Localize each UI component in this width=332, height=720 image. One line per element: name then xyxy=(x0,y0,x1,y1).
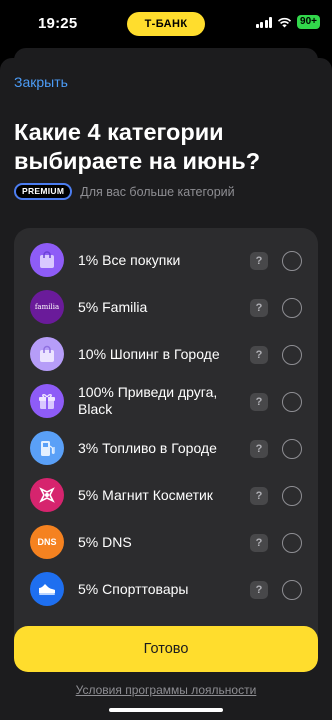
category-label: 10% Шопинг в Городе xyxy=(78,346,220,362)
ready-button[interactable]: Готово xyxy=(14,626,318,672)
wifi-icon xyxy=(277,17,292,27)
category-radio[interactable] xyxy=(282,298,302,318)
category-radio[interactable] xyxy=(282,486,302,506)
category-label: 1% Все покупки xyxy=(78,252,181,268)
info-icon[interactable]: ? xyxy=(250,440,268,458)
category-radio[interactable] xyxy=(282,251,302,271)
category-radio[interactable] xyxy=(282,580,302,600)
gift-icon xyxy=(30,384,64,418)
list-item[interactable]: DNS 5% DNS ? xyxy=(14,519,318,566)
home-indicator[interactable] xyxy=(109,708,223,712)
bank-badge: Т-БАНК xyxy=(127,12,205,36)
list-item[interactable]: 5% Магнит Косметик ? xyxy=(14,472,318,519)
list-item[interactable]: 5% Спорттовары ? xyxy=(14,566,318,613)
shopping-bag-icon xyxy=(30,243,64,277)
list-item[interactable]: 3% Топливо в Городе ? xyxy=(14,425,318,472)
premium-badge: PREMIUM xyxy=(14,183,73,200)
fuel-icon xyxy=(30,431,64,465)
category-label: 5% Магнит Косметик xyxy=(78,487,213,503)
info-icon[interactable]: ? xyxy=(250,252,268,270)
list-item[interactable]: 10% Шопинг в Городе ? xyxy=(14,331,318,378)
page-title: Какие 4 категории выбираете на июнь? xyxy=(14,119,261,174)
info-icon[interactable]: ? xyxy=(250,534,268,552)
list-item[interactable]: familia 5% Familia ? xyxy=(14,284,318,331)
loyalty-terms-link[interactable]: Условия программы лояльности xyxy=(0,683,332,697)
familia-logo: familia xyxy=(30,290,64,324)
category-label: 5% Спорттовары xyxy=(78,581,189,597)
battery-icon: 90+ xyxy=(297,15,320,29)
category-radio[interactable] xyxy=(282,345,302,365)
status-bar: 19:25 Т-БАНК 90+ xyxy=(0,0,332,48)
list-item[interactable]: 100% Приведи друга, Black ? xyxy=(14,378,318,425)
status-icons: 90+ xyxy=(255,15,320,29)
info-icon[interactable]: ? xyxy=(250,299,268,317)
info-icon[interactable]: ? xyxy=(250,487,268,505)
info-icon[interactable]: ? xyxy=(250,393,268,411)
sneaker-icon xyxy=(30,572,64,606)
category-radio[interactable] xyxy=(282,533,302,553)
list-item[interactable]: 1% Все покупки ? xyxy=(14,237,318,284)
category-radio[interactable] xyxy=(282,392,302,412)
category-label: 5% Familia xyxy=(78,299,148,315)
category-label: 3% Топливо в Городе xyxy=(78,440,217,456)
category-label: 5% DNS xyxy=(78,534,132,550)
category-sheet: Закрыть Какие 4 категории выбираете на и… xyxy=(0,58,332,720)
magnit-cosmetic-icon xyxy=(30,478,64,512)
category-list: 1% Все покупки ? familia 5% Familia ? 10… xyxy=(14,228,318,668)
category-radio[interactable] xyxy=(282,439,302,459)
shopping-bag-icon xyxy=(30,337,64,371)
info-icon[interactable]: ? xyxy=(250,581,268,599)
status-time: 19:25 xyxy=(38,15,78,32)
info-icon[interactable]: ? xyxy=(250,346,268,364)
premium-row: PREMIUM Для вас больше категорий xyxy=(14,183,235,200)
category-label: 100% Приведи друга, Black xyxy=(78,384,218,417)
dns-logo: DNS xyxy=(30,525,64,559)
signal-icon xyxy=(255,16,273,28)
close-button[interactable]: Закрыть xyxy=(14,74,68,90)
premium-text: Для вас больше категорий xyxy=(80,184,235,199)
